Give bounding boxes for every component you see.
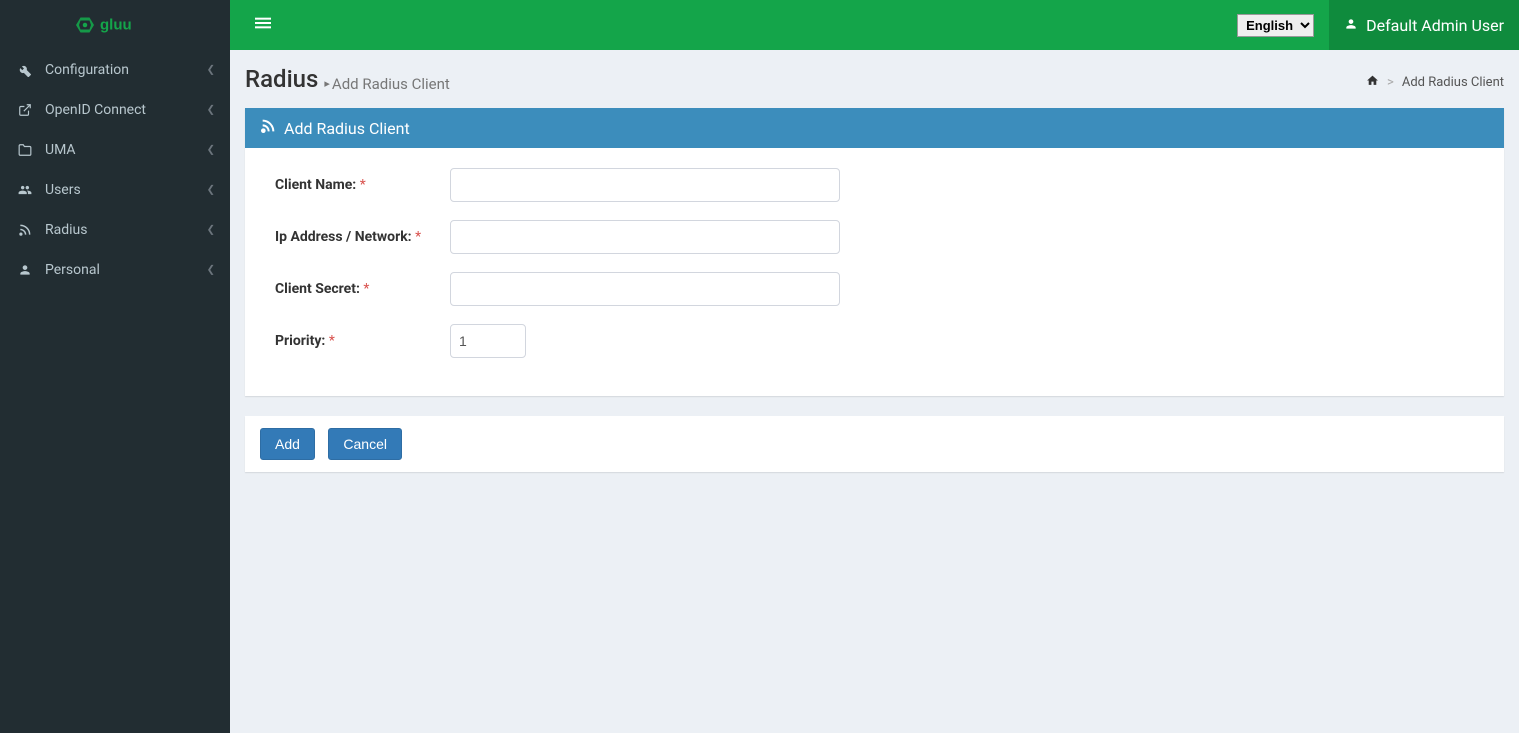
breadcrumb-home[interactable] [1366, 74, 1379, 91]
breadcrumb: > Add Radius Client [1366, 74, 1504, 91]
rss-icon [260, 118, 276, 138]
user-icon [1344, 16, 1358, 35]
brand-text: gluu [100, 17, 132, 34]
sidebar-item-personal[interactable]: Personal ❮ [0, 250, 230, 290]
page-title: Radius [245, 65, 318, 93]
hamburger-icon [255, 15, 271, 31]
topbar: English Default Admin User [230, 0, 1519, 50]
language-select[interactable]: English [1237, 14, 1314, 37]
sidebar: gluu Configuration ❮ OpenID Connect ❮ [0, 0, 230, 733]
page-subtitle: ▸ Add Radius Client [324, 75, 449, 93]
panel-header: Add Radius Client [245, 108, 1504, 148]
breadcrumb-current: Add Radius Client [1402, 75, 1504, 90]
sidebar-item-configuration[interactable]: Configuration ❮ [0, 50, 230, 90]
cancel-button[interactable]: Cancel [328, 428, 402, 460]
chevron-left-icon: ❮ [207, 145, 215, 156]
external-link-icon [15, 103, 35, 117]
action-bar: Add Cancel [245, 416, 1504, 472]
chevron-left-icon: ❮ [207, 265, 215, 276]
content-header: Radius ▸ Add Radius Client > Add Radius … [230, 50, 1519, 108]
rss-icon [15, 223, 35, 237]
caret-right-icon: ▸ [324, 77, 330, 90]
folder-open-icon [15, 143, 35, 157]
home-icon [1366, 74, 1379, 87]
client-name-label: Client Name: * [260, 177, 450, 193]
add-radius-client-panel: Add Radius Client Client Name: * Ip Addr… [245, 108, 1504, 396]
sidebar-item-users[interactable]: Users ❮ [0, 170, 230, 210]
user-name: Default Admin User [1366, 16, 1504, 35]
chevron-left-icon: ❮ [207, 225, 215, 236]
user-icon [15, 263, 35, 277]
sidebar-toggle-button[interactable] [245, 10, 281, 41]
sidebar-item-openid-connect[interactable]: OpenID Connect ❮ [0, 90, 230, 130]
priority-field[interactable] [450, 324, 526, 358]
client-secret-label: Client Secret: * [260, 281, 450, 297]
client-name-field[interactable] [450, 168, 840, 202]
chevron-left-icon: ❮ [207, 185, 215, 196]
users-icon [15, 183, 35, 197]
brand-logo[interactable]: gluu [0, 0, 230, 50]
sidebar-item-label: Personal [45, 262, 100, 278]
add-button[interactable]: Add [260, 428, 315, 460]
panel-title: Add Radius Client [284, 119, 410, 138]
ip-address-label: Ip Address / Network: * [260, 229, 450, 245]
breadcrumb-separator: > [1387, 75, 1394, 90]
sidebar-item-label: Radius [45, 222, 88, 238]
ip-address-field[interactable] [450, 220, 840, 254]
sidebar-item-radius[interactable]: Radius ❮ [0, 210, 230, 250]
sidebar-item-label: UMA [45, 142, 76, 158]
user-menu[interactable]: Default Admin User [1329, 0, 1519, 50]
client-secret-field[interactable] [450, 272, 840, 306]
sidebar-item-label: OpenID Connect [45, 102, 146, 118]
sidebar-item-uma[interactable]: UMA ❮ [0, 130, 230, 170]
chevron-left-icon: ❮ [207, 105, 215, 116]
sidebar-item-label: Users [45, 182, 81, 198]
chevron-left-icon: ❮ [207, 65, 215, 76]
sidebar-item-label: Configuration [45, 62, 129, 78]
wrench-icon [15, 63, 35, 77]
priority-label: Priority: * [260, 333, 450, 349]
